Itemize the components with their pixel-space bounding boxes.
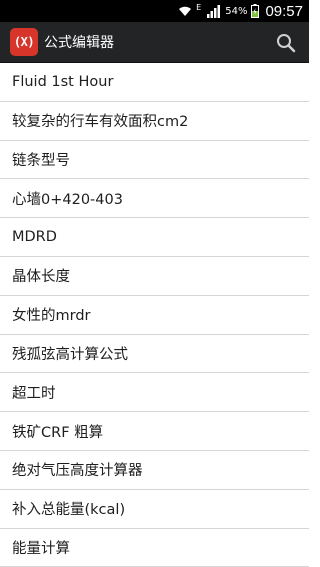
list-item[interactable]: 较复杂的行车有效面积cm2 (0, 102, 309, 141)
app-logo[interactable]: (X) (10, 28, 38, 56)
battery-charging-icon (251, 4, 260, 18)
list-item[interactable]: 链条型号 (0, 141, 309, 180)
search-button[interactable] (275, 32, 297, 54)
list-item[interactable]: 补入总能量(kcal) (0, 490, 309, 529)
network-type-label: E (196, 2, 202, 12)
clock: 09:57 (265, 2, 303, 20)
wifi-icon (179, 6, 192, 16)
list-item[interactable]: Fluid 1st Hour (0, 63, 309, 102)
list-item[interactable]: 心墙0+420-403 (0, 179, 309, 219)
app-title: 公式编辑器 (44, 35, 114, 51)
list-item[interactable]: 铁矿CRF 粗算 (0, 412, 309, 451)
status-bar: E 54% 09:57 (0, 0, 309, 22)
app-logo-text: (X) (13, 35, 35, 49)
formula-list: Fluid 1st Hour 较复杂的行车有效面积cm2 链条型号 心墙0+42… (0, 63, 309, 567)
action-bar: (X) 公式编辑器 (0, 22, 309, 63)
battery-percent: 54% (225, 5, 248, 17)
list-item[interactable]: MDRD (0, 218, 309, 257)
list-item[interactable]: 绝对气压高度计算器 (0, 451, 309, 490)
search-icon (277, 34, 296, 53)
list-item[interactable]: 残孤弦高计算公式 (0, 335, 309, 374)
signal-strength-icon (207, 5, 221, 18)
list-item[interactable]: 能量计算 (0, 529, 309, 567)
list-item[interactable]: 女性的mrdr (0, 296, 309, 335)
list-item[interactable]: 超工时 (0, 373, 309, 413)
list-item[interactable]: 晶体长度 (0, 257, 309, 296)
